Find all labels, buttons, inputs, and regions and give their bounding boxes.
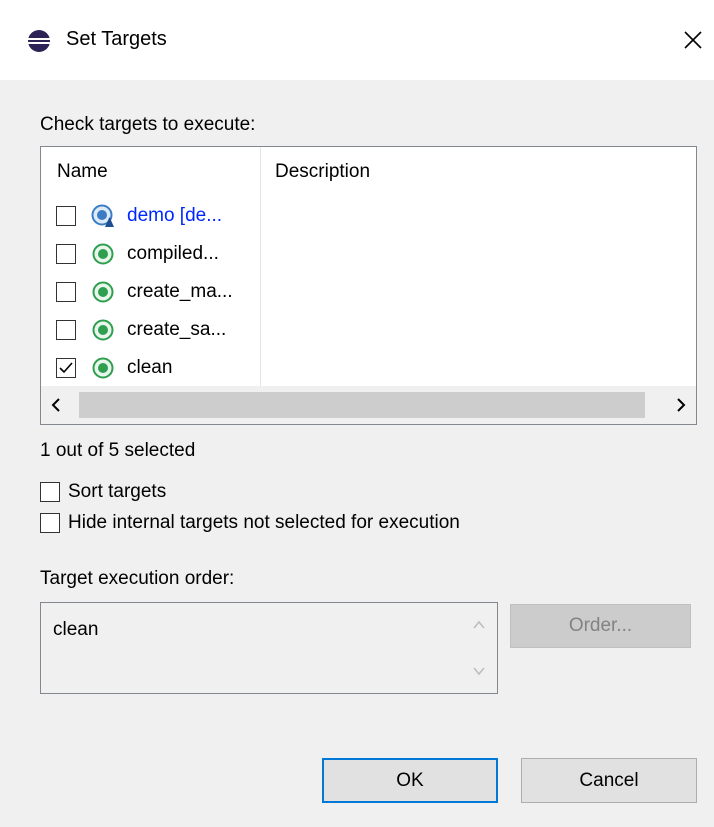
execution-order-label: Target execution order:: [40, 568, 235, 589]
target-name: demo [de...: [127, 205, 223, 226]
target-name: clean: [127, 357, 173, 378]
hide-internal-checkbox[interactable]: [40, 513, 60, 533]
targets-table: Name Description demo [de... compiled...…: [40, 146, 697, 425]
target-checkbox[interactable]: [56, 244, 76, 264]
check-icon: [59, 362, 73, 374]
target-icon: [92, 357, 114, 379]
vertical-scrollbar[interactable]: [461, 603, 497, 693]
execution-order-value: clean: [53, 619, 99, 640]
column-header-name[interactable]: Name: [57, 161, 108, 183]
horizontal-scrollbar[interactable]: [41, 386, 696, 424]
table-row[interactable]: compiled...: [41, 235, 260, 273]
table-row[interactable]: clean: [41, 349, 260, 387]
target-checkbox[interactable]: [56, 358, 76, 378]
order-button[interactable]: Order...: [510, 604, 691, 648]
table-row[interactable]: demo [de...: [41, 197, 260, 235]
close-icon[interactable]: [676, 22, 710, 58]
target-name: create_sa...: [127, 319, 227, 340]
hide-internal-label[interactable]: Hide internal targets not selected for e…: [68, 512, 460, 534]
selection-status: 1 out of 5 selected: [40, 440, 196, 461]
sort-targets-label[interactable]: Sort targets: [68, 481, 166, 503]
table-row[interactable]: create_ma...: [41, 273, 260, 311]
scroll-left-icon[interactable]: [49, 397, 63, 413]
table-row[interactable]: create_sa...: [41, 311, 260, 349]
target-name: compiled...: [127, 243, 219, 264]
target-checkbox[interactable]: [56, 206, 76, 226]
sort-targets-checkbox[interactable]: [40, 482, 60, 502]
column-header-description[interactable]: Description: [275, 161, 370, 183]
target-icon: [92, 281, 114, 303]
target-icon: [92, 319, 114, 341]
scroll-up-icon[interactable]: [472, 619, 486, 631]
target-description: [261, 197, 696, 235]
title-bar: Set Targets: [0, 0, 714, 80]
scroll-down-icon[interactable]: [472, 665, 486, 677]
target-description: [261, 311, 696, 349]
target-description: [261, 349, 696, 387]
execution-order-list[interactable]: clean: [40, 602, 498, 694]
table-header: Name Description: [41, 147, 696, 195]
ok-button[interactable]: OK: [322, 758, 498, 803]
targets-prompt: Check targets to execute:: [40, 114, 256, 135]
target-checkbox[interactable]: [56, 320, 76, 340]
target-description: [261, 235, 696, 273]
target-icon: [92, 243, 114, 265]
target-name: create_ma...: [127, 281, 233, 302]
target-description: [261, 273, 696, 311]
scrollbar-thumb[interactable]: [79, 392, 645, 418]
default-target-icon: [91, 204, 114, 227]
cancel-button[interactable]: Cancel: [521, 758, 697, 803]
target-checkbox[interactable]: [56, 282, 76, 302]
window-title: Set Targets: [66, 28, 167, 50]
scroll-right-icon[interactable]: [674, 397, 688, 413]
eclipse-icon: [28, 30, 50, 52]
